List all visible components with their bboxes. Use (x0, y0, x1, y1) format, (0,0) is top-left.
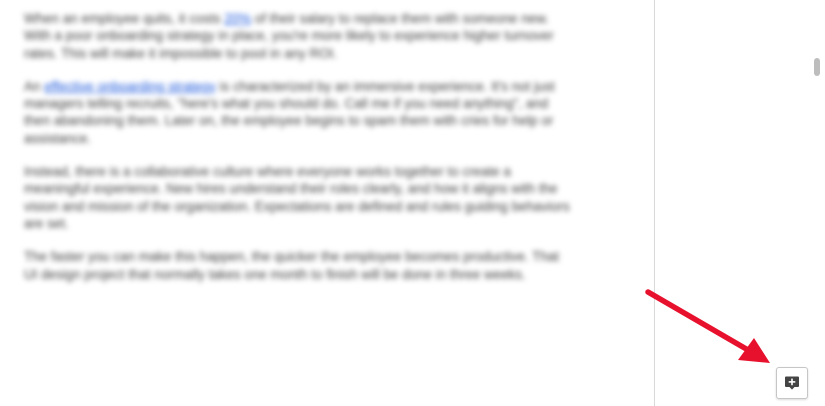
document-paragraph: The faster you can make this happen, the… (24, 248, 572, 283)
comments-side-panel (655, 0, 825, 406)
document-paragraph: An effective onboarding strategy is char… (24, 78, 572, 147)
paragraph-text: An (24, 78, 45, 94)
document-text[interactable]: When an employee quits, it costs 20% of … (24, 10, 572, 299)
paragraph-text: Instead, there is a collaborative cultur… (24, 164, 570, 231)
paragraph-text: The faster you can make this happen, the… (24, 249, 559, 282)
document-paragraph: Instead, there is a collaborative cultur… (24, 163, 572, 232)
inline-link[interactable]: effective onboarding strategy (44, 79, 216, 94)
scrollbar-thumb[interactable] (814, 58, 820, 76)
document-paragraph: When an employee quits, it costs 20% of … (24, 10, 572, 62)
paragraph-text: When an employee quits, it costs (24, 11, 225, 26)
inline-link[interactable]: 20% (224, 11, 251, 26)
document-canvas[interactable]: When an employee quits, it costs 20% of … (0, 0, 654, 406)
add-comment-icon (785, 376, 799, 390)
add-comment-button[interactable] (776, 367, 808, 399)
